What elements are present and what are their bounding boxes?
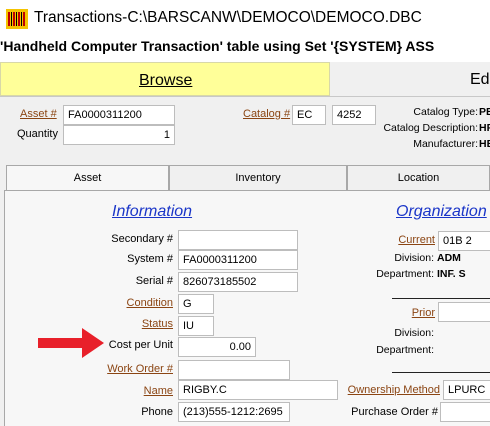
asset-number-field[interactable]: FA0000311200: [63, 105, 175, 125]
organization-heading: Organization: [396, 203, 487, 220]
cost-per-unit-label: Cost per Unit: [108, 339, 173, 351]
table-subtitle: 'Handheld Computer Transaction' table us…: [0, 38, 435, 54]
department-label: Department:: [376, 268, 434, 280]
name-field[interactable]: RIGBY.C: [178, 380, 338, 400]
ownership-divider: [392, 372, 490, 373]
division-label: Division:: [394, 252, 434, 264]
prior-link[interactable]: Prior: [412, 307, 435, 319]
title-bar: Transactions-C:\BARSCANW\DEMOCO\DEMOCO.D…: [0, 0, 490, 36]
window-title: Transactions-C:\BARSCANW\DEMOCO\DEMOCO.D…: [34, 9, 422, 26]
detail-tabs: Asset Inventory Location: [6, 165, 490, 192]
current-link[interactable]: Current: [398, 234, 435, 246]
red-arrow-icon: [38, 328, 104, 358]
phone-label: Phone: [141, 406, 173, 418]
tab-location[interactable]: Location: [347, 165, 490, 191]
condition-link[interactable]: Condition: [127, 297, 173, 309]
phone-field[interactable]: (213)555-1212:2695: [178, 402, 290, 422]
prior-field[interactable]: [438, 302, 490, 322]
system-label: System #: [127, 253, 173, 265]
catalog-type-value: PE: [479, 106, 490, 118]
manufacturer-label: Manufacturer:: [413, 138, 478, 150]
tab-browse[interactable]: Browse: [0, 62, 330, 96]
tab-asset[interactable]: Asset: [6, 165, 169, 192]
purchase-order-label: Purchase Order #: [351, 406, 438, 418]
barcode-app-icon: [6, 9, 28, 29]
ownership-method-link[interactable]: Ownership Method: [348, 384, 440, 396]
work-order-field[interactable]: [178, 360, 290, 380]
manufacturer-value: HE: [479, 138, 490, 150]
status-field[interactable]: IU: [178, 316, 214, 336]
system-field[interactable]: FA0000311200: [178, 250, 298, 270]
catalog-code-field[interactable]: EC: [292, 105, 326, 125]
serial-label: Serial #: [135, 275, 173, 287]
division-value: ADM: [437, 252, 461, 264]
tab-edit-label: Ed: [470, 71, 490, 88]
catalog-number-field[interactable]: 4252: [332, 105, 376, 125]
status-link[interactable]: Status: [142, 318, 173, 330]
department-value: INF. S: [437, 268, 466, 280]
secondary-field[interactable]: [178, 230, 298, 250]
secondary-label: Secondary #: [111, 233, 173, 245]
tab-edit[interactable]: Ed: [330, 62, 490, 96]
catalog-number-link[interactable]: Catalog #: [243, 108, 290, 120]
quantity-field[interactable]: 1: [63, 125, 175, 145]
information-heading: Information: [112, 203, 193, 220]
cost-per-unit-field[interactable]: 0.00: [178, 337, 256, 357]
quantity-label: Quantity: [17, 128, 58, 140]
work-order-link[interactable]: Work Order #: [107, 363, 173, 375]
purchase-order-field[interactable]: [440, 402, 490, 422]
prior-department-label: Department:: [376, 344, 434, 356]
prior-division-label: Division:: [394, 327, 434, 339]
current-field[interactable]: 01B 2: [438, 231, 490, 251]
ownership-method-field[interactable]: LPURC: [443, 380, 490, 400]
asset-number-link[interactable]: Asset #: [20, 108, 57, 120]
catalog-description-label: Catalog Description:: [383, 122, 478, 134]
catalog-type-label: Catalog Type:: [413, 106, 478, 118]
tab-inventory[interactable]: Inventory: [169, 165, 347, 191]
tab-browse-label: Browse: [139, 72, 193, 89]
condition-field[interactable]: G: [178, 294, 214, 314]
name-link[interactable]: Name: [144, 385, 173, 397]
organization-divider: [392, 298, 490, 299]
catalog-description-value: HP: [479, 122, 490, 134]
serial-field[interactable]: 826073185502: [178, 272, 298, 292]
